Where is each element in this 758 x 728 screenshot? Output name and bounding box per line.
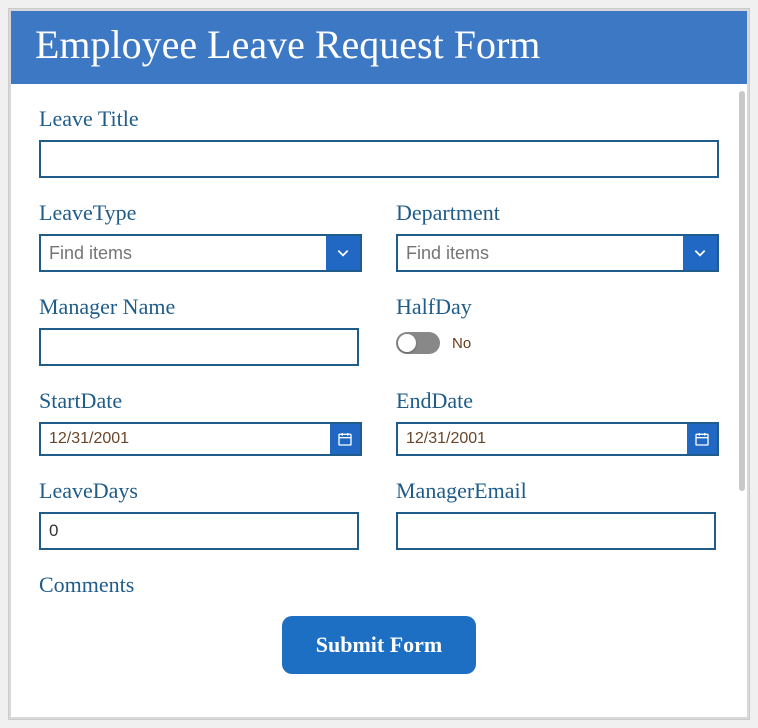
manager-email-label: ManagerEmail (396, 478, 719, 504)
chevron-down-icon (336, 246, 350, 260)
leave-type-label: LeaveType (39, 200, 362, 226)
comments-label: Comments (39, 572, 719, 598)
department-input[interactable] (398, 236, 683, 270)
start-date-picker-button[interactable] (330, 424, 360, 454)
manager-email-input[interactable] (396, 512, 716, 550)
calendar-icon (337, 431, 353, 447)
end-date-input[interactable] (398, 424, 687, 454)
manager-name-label: Manager Name (39, 294, 362, 320)
leave-title-label: Leave Title (39, 106, 719, 132)
leave-type-input[interactable] (41, 236, 326, 270)
calendar-icon (694, 431, 710, 447)
halfday-label: HalfDay (396, 294, 719, 320)
leave-days-input[interactable] (39, 512, 359, 550)
chevron-down-icon (693, 246, 707, 260)
leave-type-combo[interactable] (39, 234, 362, 272)
department-label: Department (396, 200, 719, 226)
leave-days-label: LeaveDays (39, 478, 362, 504)
submit-button[interactable]: Submit Form (282, 616, 477, 674)
end-date-field[interactable] (396, 422, 719, 456)
leave-title-input[interactable] (39, 140, 719, 178)
start-date-label: StartDate (39, 388, 362, 414)
end-date-label: EndDate (396, 388, 719, 414)
form-container: Employee Leave Request Form Leave Title … (11, 11, 747, 717)
end-date-picker-button[interactable] (687, 424, 717, 454)
department-dropdown-button[interactable] (683, 236, 717, 270)
start-date-input[interactable] (41, 424, 330, 454)
leave-type-dropdown-button[interactable] (326, 236, 360, 270)
scrollbar[interactable] (739, 91, 745, 491)
halfday-toggle[interactable] (396, 332, 440, 354)
start-date-field[interactable] (39, 422, 362, 456)
manager-name-input[interactable] (39, 328, 359, 366)
department-combo[interactable] (396, 234, 719, 272)
toggle-knob (398, 334, 416, 352)
halfday-state-label: No (452, 335, 471, 352)
page-title: Employee Leave Request Form (11, 11, 747, 84)
